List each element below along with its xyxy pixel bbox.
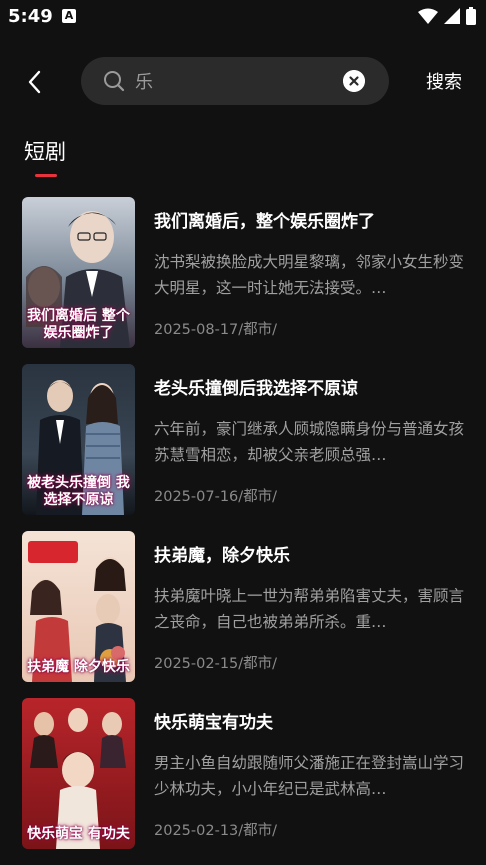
poster-thumbnail[interactable]: 我们离婚后 整个娱乐圈炸了: [22, 197, 135, 348]
clear-icon[interactable]: [343, 70, 365, 92]
notification-a-icon: A: [62, 9, 76, 23]
poster-caption: 我们离婚后 整个娱乐圈炸了: [27, 308, 130, 341]
status-icons: [418, 7, 476, 25]
result-meta: 2025-02-15/都市/: [154, 656, 278, 672]
result-meta: 2025-07-16/都市/: [154, 489, 278, 505]
result-title[interactable]: 快乐萌宝有功夫: [154, 708, 470, 733]
result-meta: 2025-02-13/都市/: [154, 823, 278, 839]
back-chevron-icon[interactable]: [22, 68, 50, 96]
result-description: 扶弟魔叶晓上一世为帮弟弟陷害丈夫，害顾言之丧命，自己也被弟弟所杀。重…: [154, 587, 465, 631]
poster-caption: 扶弟魔 除夕快乐: [27, 659, 130, 675]
result-title[interactable]: 扶弟魔，除夕快乐: [154, 541, 470, 566]
result-item[interactable]: 扶弟魔 除夕快乐 扶弟魔，除夕快乐 扶弟魔叶晓上一世为帮弟弟陷害丈夫，害顾言之丧…: [0, 531, 486, 698]
search-input[interactable]: [135, 68, 335, 94]
poster-thumbnail[interactable]: 快乐萌宝 有功夫: [22, 698, 135, 849]
poster-caption: 被老头乐撞倒 我选择不原谅: [27, 475, 130, 508]
results-list: 我们离婚后 整个娱乐圈炸了 我们离婚后，整个娱乐圈炸了 沈书梨被换脸成大明星黎璃…: [0, 197, 486, 865]
signal-icon: [444, 8, 460, 24]
result-item[interactable]: 快乐萌宝 有功夫 快乐萌宝有功夫 男主小鱼自幼跟随师父潘施正在登封嵩山学习少林功…: [0, 698, 486, 865]
poster-thumbnail[interactable]: 被老头乐撞倒 我选择不原谅: [22, 364, 135, 515]
search-icon: [104, 71, 125, 92]
search-box[interactable]: [81, 57, 389, 105]
result-description: 沈书梨被换脸成大明星黎璃，邻家小女生秒变大明星，这一时让她无法接受。…: [154, 253, 465, 297]
search-button[interactable]: 搜索: [426, 68, 462, 94]
wifi-icon: [418, 8, 438, 24]
result-description: 六年前，豪门继承人顾城隐瞒身份与普通女孩苏慧雪相恋，却被父亲老顾总强…: [154, 420, 465, 464]
result-title[interactable]: 老头乐撞倒后我选择不原谅: [154, 374, 470, 399]
status-time: 5:49: [8, 6, 53, 27]
battery-icon: [466, 7, 476, 25]
tab-short-drama[interactable]: 短剧: [24, 136, 66, 166]
result-title[interactable]: 我们离婚后，整个娱乐圈炸了: [154, 207, 470, 232]
status-bar: 5:49 A: [0, 0, 486, 32]
result-meta: 2025-08-17/都市/: [154, 322, 278, 338]
result-item[interactable]: 我们离婚后 整个娱乐圈炸了 我们离婚后，整个娱乐圈炸了 沈书梨被换脸成大明星黎璃…: [0, 197, 486, 364]
poster-thumbnail[interactable]: 扶弟魔 除夕快乐: [22, 531, 135, 682]
tab-active-indicator: [35, 174, 57, 177]
result-item[interactable]: 被老头乐撞倒 我选择不原谅 老头乐撞倒后我选择不原谅 六年前，豪门继承人顾城隐瞒…: [0, 364, 486, 531]
poster-caption: 快乐萌宝 有功夫: [27, 826, 130, 842]
result-description: 男主小鱼自幼跟随师父潘施正在登封嵩山学习少林功夫，小小年纪已是武林高…: [154, 754, 465, 798]
